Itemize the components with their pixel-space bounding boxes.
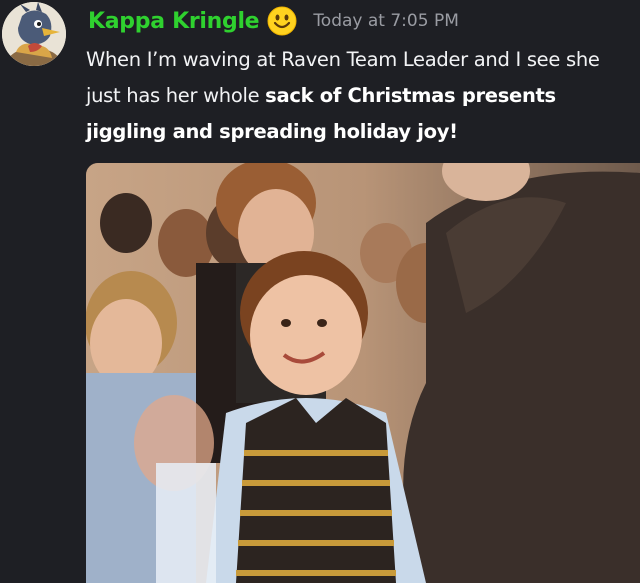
message-timestamp[interactable]: Today at 7:05 PM [313, 11, 459, 31]
chat-message: Kappa Kringle Today at 7:05 PM When I’m … [0, 0, 640, 583]
meme-photo-icon [86, 163, 640, 583]
smiley-emoji-icon [267, 6, 297, 36]
message-header: Kappa Kringle Today at 7:05 PM [88, 4, 459, 38]
raven-avatar-icon [2, 2, 66, 66]
user-avatar[interactable] [2, 2, 66, 66]
message-text: When I’m waving at Raven Team Leader and… [86, 42, 634, 150]
username[interactable]: Kappa Kringle [88, 9, 260, 34]
image-attachment[interactable] [86, 163, 640, 583]
